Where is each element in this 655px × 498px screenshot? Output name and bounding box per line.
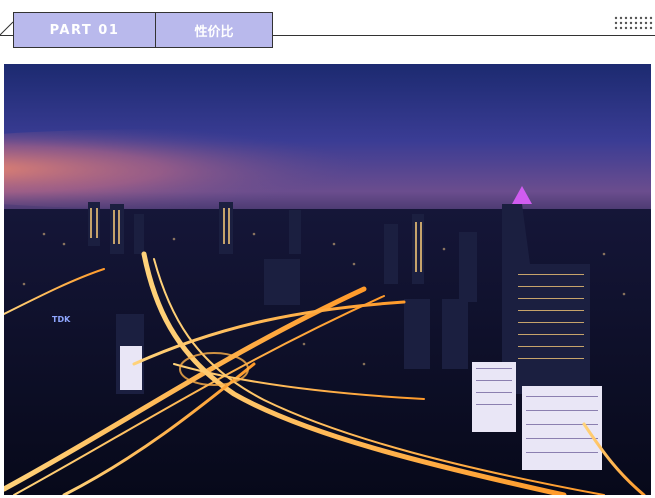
part-number-label: PART 01 xyxy=(14,13,156,47)
section-title: 性价比 xyxy=(156,13,272,47)
city-night-photo: TDK xyxy=(4,64,651,495)
tdk-sign: TDK xyxy=(52,315,71,324)
dot-grid-icon xyxy=(614,16,653,30)
section-header: PART 01 性价比 xyxy=(13,12,273,48)
